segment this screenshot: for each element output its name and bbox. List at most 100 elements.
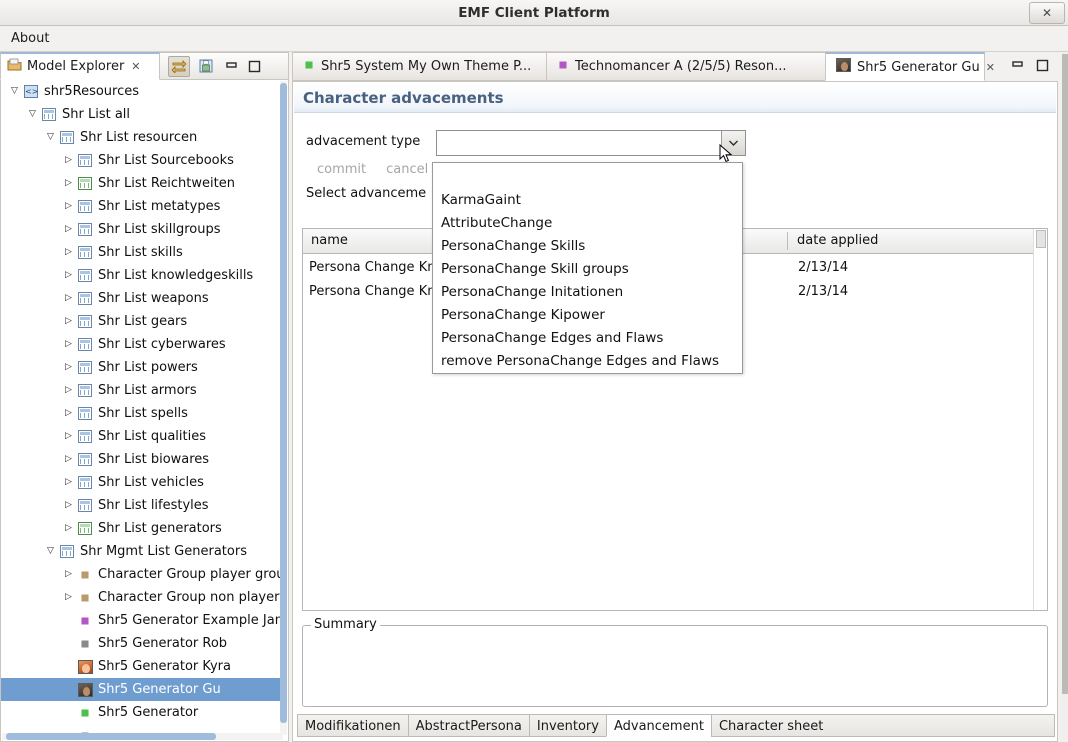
tree-item[interactable]: ▽ Shr List resourcen (1, 126, 284, 149)
tree-item[interactable]: Shr5 Generator Rob (1, 632, 284, 655)
tree-item[interactable]: Shr5 Generator Kyra (1, 655, 284, 678)
chevron-right-icon[interactable]: ▷ (61, 471, 76, 494)
link-with-editor-button[interactable] (168, 55, 190, 77)
tree-item[interactable]: ▷ Character Group non player (1, 586, 284, 609)
tree-vertical-scrollbar[interactable] (280, 81, 287, 735)
chevron-right-icon[interactable]: ▷ (61, 425, 76, 448)
tree-hscroll-thumb[interactable] (6, 733, 216, 740)
chevron-right-icon[interactable]: ▷ (61, 195, 76, 218)
chevron-down-icon[interactable]: ▽ (43, 540, 58, 563)
tree-item[interactable]: ▷ Shr List weapons (1, 287, 284, 310)
chevron-right-icon[interactable]: ▷ (61, 287, 76, 310)
dropdown-item[interactable]: KarmaGaint (433, 189, 742, 212)
dropdown-item[interactable]: PersonaChange Skill groups (433, 258, 742, 281)
tree-item[interactable]: ▷ Shr List generators (1, 517, 284, 540)
close-icon[interactable]: ✕ (131, 60, 140, 73)
chevron-right-icon[interactable]: ▷ (61, 586, 76, 609)
chevron-right-icon[interactable]: ▷ (61, 517, 76, 540)
tree-item[interactable]: ▽ Shr List all (1, 103, 284, 126)
bottom-tab-abstractpersona[interactable]: AbstractPersona (407, 714, 529, 737)
table-vscroll-thumb[interactable] (1036, 230, 1046, 248)
tree-item[interactable]: ▷ Shr List skills (1, 241, 284, 264)
tree-item[interactable]: ▷ Shr List cyberwares (1, 333, 284, 356)
window-close-button[interactable]: ✕ (1029, 2, 1065, 24)
tree-item[interactable]: ▽ <> shr5Resources (1, 80, 284, 103)
tree-item[interactable]: ▷ Shr List skillgroups (1, 218, 284, 241)
table-cell-date[interactable]: 2/13/14 (798, 280, 848, 304)
table-column-date-applied[interactable]: date applied (789, 229, 878, 253)
window-vertical-scrollbar[interactable] (1062, 52, 1068, 742)
table-vertical-scrollbar[interactable] (1033, 229, 1047, 610)
chevron-right-icon[interactable]: ▷ (61, 402, 76, 425)
dropdown-item[interactable]: remove PersonaChange Edges and Flaws (433, 350, 742, 373)
editor-tab-1[interactable]: Technomancer A (2/5/5) Reson... (546, 52, 826, 81)
advancement-type-dropdown-list[interactable]: KarmaGaint AttributeChange PersonaChange S… (432, 162, 743, 374)
chevron-right-icon[interactable]: ▷ (61, 356, 76, 379)
chevron-down-icon[interactable]: ▽ (7, 80, 22, 103)
commit-button[interactable]: commit (317, 162, 366, 182)
tree-item[interactable]: ▷ Shr List Sourcebooks (1, 149, 284, 172)
tree-vscroll-thumb[interactable] (280, 83, 287, 723)
tree-item[interactable]: ▷ Shr List Reichtweiten (1, 172, 284, 195)
table-cell-date[interactable]: 2/13/14 (798, 256, 848, 280)
tree-item[interactable]: ▷ Character Group player grou (1, 563, 284, 586)
tree-item[interactable]: ▷ Shr List gears (1, 310, 284, 333)
collapse-all-button[interactable] (195, 56, 217, 77)
tree-item[interactable]: ▷ Shr List spells (1, 402, 284, 425)
chevron-right-icon[interactable]: ▷ (61, 310, 76, 333)
tree-item[interactable]: ▷ Shr List vehicles (1, 471, 284, 494)
tree-item[interactable]: Shr5 Generator Example Jan (1, 609, 284, 632)
menu-item-about[interactable]: About (7, 26, 53, 52)
cancel-button[interactable]: cancel (386, 162, 428, 182)
tree-item[interactable]: ▷ Shr List powers (1, 356, 284, 379)
view-maximize-button[interactable] (245, 56, 263, 76)
chevron-down-icon[interactable]: ▽ (25, 103, 40, 126)
advancement-type-value[interactable] (437, 131, 721, 155)
model-tree[interactable]: ▽ <> shr5Resources ▽ Shr List all ▽ Shr List r… (1, 80, 284, 735)
table-column-name[interactable]: name (303, 229, 348, 253)
chevron-right-icon[interactable]: ▷ (61, 149, 76, 172)
bottom-tab-advancement[interactable]: Advancement (605, 714, 711, 737)
tree-item[interactable]: ▽ Shr Mgmt List Generators (1, 540, 284, 563)
tree-item[interactable]: ▷ Shr List knowledgeskills (1, 264, 284, 287)
view-minimize-button[interactable] (222, 56, 240, 76)
bottom-tab-modifikationen[interactable]: Modifikationen (297, 714, 408, 737)
tree-item[interactable]: ▷ Shr List armors (1, 379, 284, 402)
model-tree-panel[interactable]: ▽ <> shr5Resources ▽ Shr List all ▽ Shr List r… (0, 80, 289, 742)
chevron-right-icon[interactable]: ▷ (61, 172, 76, 195)
tree-horizontal-scrollbar[interactable] (2, 733, 283, 740)
table-row[interactable]: Persona Change Kn (309, 280, 435, 304)
tree-item[interactable]: ▷ Shr List qualities (1, 425, 284, 448)
tree-item-selected[interactable]: Shr5 Generator Gu (1, 678, 284, 701)
chevron-down-icon[interactable]: ▽ (43, 126, 58, 149)
close-icon[interactable]: ✕ (986, 61, 995, 74)
bottom-tab-inventory[interactable]: Inventory (528, 714, 606, 737)
view-tab-model-explorer[interactable]: Model Explorer ✕ (0, 52, 160, 80)
advancement-type-combo[interactable] (436, 130, 746, 156)
column-divider[interactable] (787, 232, 788, 250)
dropdown-item[interactable]: PersonaChange Edges and Flaws (433, 327, 742, 350)
dropdown-item[interactable]: PersonaChange Initationen (433, 281, 742, 304)
chevron-right-icon[interactable]: ▷ (61, 563, 76, 586)
tree-item[interactable]: ▷ Shr List biowares (1, 448, 284, 471)
tree-item[interactable]: ▷ Shr List lifestyles (1, 494, 284, 517)
editor-minimize-button[interactable] (1011, 59, 1024, 75)
window-vscroll-thumb[interactable] (1062, 54, 1068, 694)
editor-tab-0[interactable]: Shr5 System My Own Theme P... (292, 52, 547, 81)
chevron-right-icon[interactable]: ▷ (61, 264, 76, 287)
dropdown-item[interactable]: AttributeChange (433, 212, 742, 235)
chevron-right-icon[interactable]: ▷ (61, 218, 76, 241)
chevron-right-icon[interactable]: ▷ (61, 448, 76, 471)
table-row[interactable]: Persona Change Kn (309, 256, 435, 280)
dropdown-item[interactable]: PersonaChange Kipower (433, 304, 742, 327)
tree-item[interactable]: Shr5 Generator (1, 701, 284, 724)
chevron-right-icon[interactable]: ▷ (61, 379, 76, 402)
chevron-right-icon[interactable]: ▷ (61, 333, 76, 356)
tree-item[interactable]: ▷ Shr List metatypes (1, 195, 284, 218)
dropdown-item[interactable]: PersonaChange Skills (433, 235, 742, 258)
editor-maximize-button[interactable] (1036, 59, 1049, 76)
editor-tab-2[interactable]: Shr5 Generator Gu ✕ (825, 52, 995, 81)
chevron-right-icon[interactable]: ▷ (61, 494, 76, 517)
chevron-right-icon[interactable]: ▷ (61, 241, 76, 264)
bottom-tab-character-sheet[interactable]: Character sheet (710, 714, 831, 737)
